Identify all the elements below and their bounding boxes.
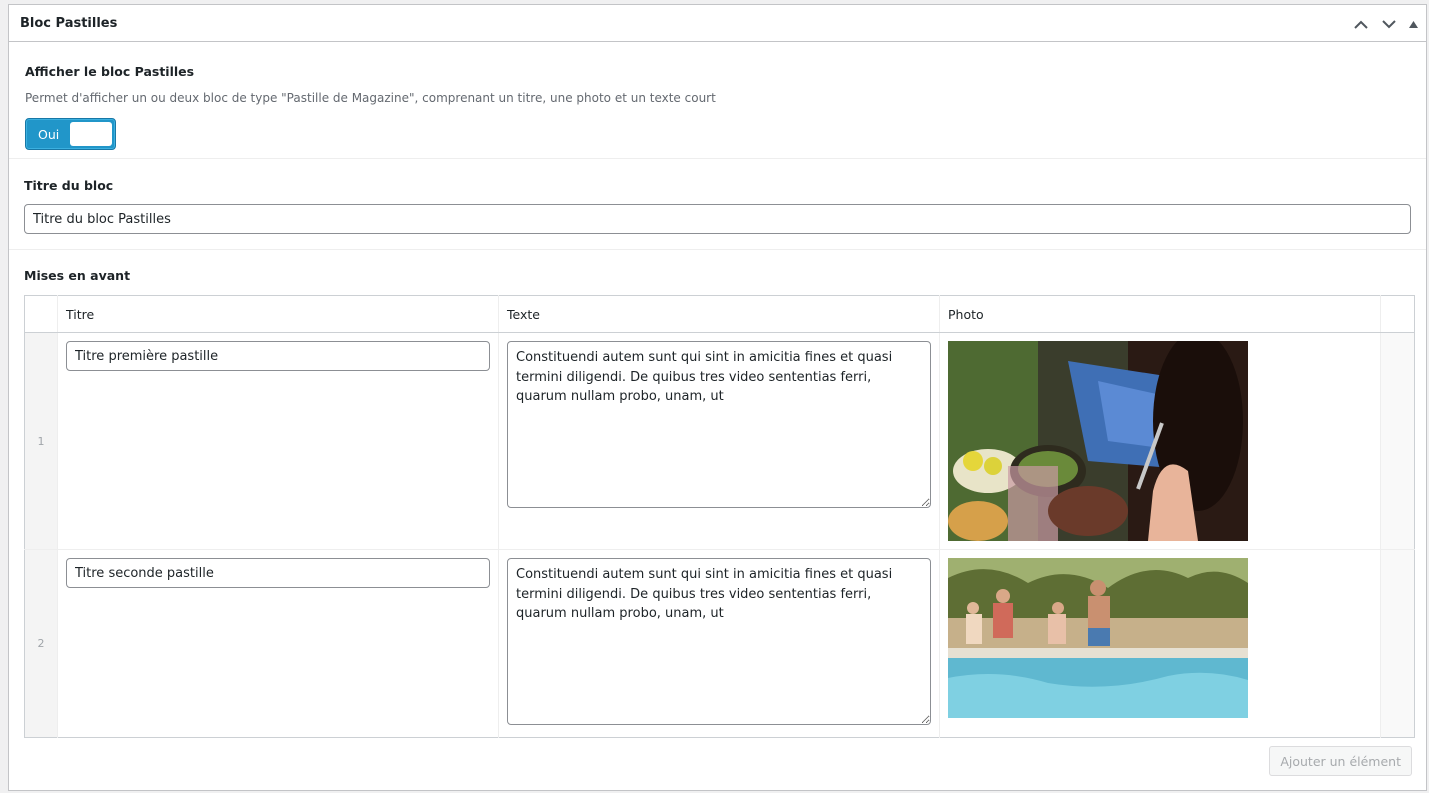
- row-remove-cell[interactable]: [1380, 332, 1415, 550]
- toggle-panel-button[interactable]: [1404, 13, 1422, 35]
- chevron-down-icon: [1382, 19, 1396, 28]
- postbox-header[interactable]: Bloc Pastilles: [9, 5, 1426, 42]
- column-header-photo: Photo: [939, 295, 1381, 333]
- pastille-texte-textarea[interactable]: Constituendi autem sunt qui sint in amic…: [507, 341, 931, 508]
- field-label-titre-bloc: Titre du bloc: [24, 178, 114, 193]
- pastille-photo-pool[interactable]: [948, 558, 1248, 718]
- pastille-texte-textarea[interactable]: Constituendi autem sunt qui sint in amic…: [507, 558, 931, 725]
- add-element-button[interactable]: Ajouter un élément: [1269, 746, 1412, 776]
- pastille-titre-input[interactable]: [66, 558, 490, 588]
- postbox-title: Bloc Pastilles: [20, 16, 118, 31]
- table-header-row: Titre Texte Photo: [24, 295, 1415, 333]
- cell-titre: [57, 549, 499, 738]
- column-header-titre: Titre: [57, 295, 499, 333]
- row-order-handle[interactable]: 2: [24, 549, 58, 738]
- field-label-mises-en-avant: Mises en avant: [24, 268, 131, 283]
- afficher-toggle[interactable]: Oui: [25, 118, 116, 150]
- row-remove-cell[interactable]: [1380, 549, 1415, 738]
- chevron-up-icon: [1354, 20, 1368, 29]
- pastille-photo-dining[interactable]: [948, 341, 1248, 541]
- field-description-afficher: Permet d'afficher un ou deux bloc de typ…: [25, 91, 716, 105]
- cell-titre: [57, 332, 499, 550]
- toggle-knob: [70, 122, 112, 146]
- header-remove: [1380, 295, 1415, 333]
- field-mises-en-avant: Mises en avant Titre Texte Photo 1 Titre…: [9, 250, 1426, 738]
- field-titre-bloc: Titre du bloc: [9, 159, 1426, 250]
- column-header-texte: Texte: [498, 295, 940, 333]
- caret-up-icon: [1408, 20, 1418, 28]
- cell-photo: [939, 332, 1381, 550]
- header-order: [24, 295, 58, 333]
- field-afficher-bloc: Afficher le bloc Pastilles Permet d'affi…: [9, 42, 1426, 159]
- pastille-titre-input[interactable]: [66, 341, 490, 371]
- postbox-bloc-pastilles: Bloc Pastilles Afficher le bloc Pastille…: [8, 4, 1427, 791]
- move-down-button[interactable]: [1376, 13, 1402, 35]
- row-order-handle[interactable]: 1: [24, 332, 58, 550]
- toggle-on-label: Oui: [38, 127, 60, 142]
- cell-texte: Constituendi autem sunt qui sint in amic…: [498, 332, 940, 550]
- titre-bloc-input[interactable]: [24, 204, 1411, 234]
- move-up-button[interactable]: [1348, 13, 1374, 35]
- table-row: 2 Constituendi autem sunt qui sint in am…: [24, 549, 1415, 738]
- repeater-table: Titre Texte Photo 1 Constituendi autem s…: [24, 295, 1415, 738]
- table-row: 1 Constituendi autem sunt qui sint in am…: [24, 332, 1415, 550]
- cell-texte: Constituendi autem sunt qui sint in amic…: [498, 549, 940, 738]
- cell-photo: [939, 549, 1381, 738]
- field-label-afficher: Afficher le bloc Pastilles: [25, 64, 195, 79]
- handle-actions: [1348, 13, 1422, 35]
- repeater-actions: Ajouter un élément: [1269, 746, 1412, 776]
